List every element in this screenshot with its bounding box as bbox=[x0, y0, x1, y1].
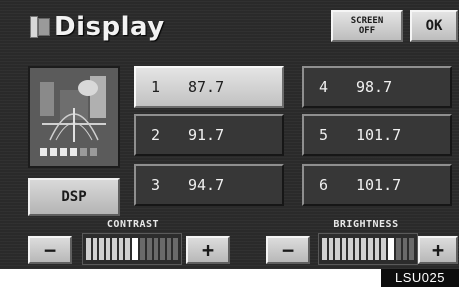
display-screen: Display SCREEN OFF OK DSP 1 87.7 2 91.7 bbox=[0, 0, 459, 269]
dsp-button[interactable]: DSP bbox=[28, 178, 120, 216]
preset-button-5[interactable]: 5 101.7 bbox=[302, 114, 452, 156]
preset-number: 3 bbox=[151, 176, 161, 194]
level-segment bbox=[361, 238, 367, 260]
brightness-decrease-button[interactable]: − bbox=[266, 236, 310, 264]
preset-frequency: 101.7 bbox=[356, 126, 402, 144]
page-title: Display bbox=[54, 12, 165, 42]
level-segment bbox=[125, 238, 131, 260]
figure-code: LSU025 bbox=[381, 269, 459, 287]
preset-frequency: 101.7 bbox=[356, 176, 402, 194]
level-segment bbox=[105, 238, 111, 260]
preset-frequency: 94.7 bbox=[188, 176, 225, 194]
preset-frequency: 98.7 bbox=[356, 78, 393, 96]
level-segment bbox=[328, 238, 334, 260]
level-segment bbox=[374, 238, 380, 260]
level-segment bbox=[173, 238, 178, 260]
contrast-increase-button[interactable]: + bbox=[186, 236, 230, 264]
level-segment bbox=[99, 238, 104, 260]
preset-button-2[interactable]: 2 91.7 bbox=[134, 114, 284, 156]
level-segment bbox=[140, 238, 146, 260]
level-segment bbox=[166, 238, 172, 260]
ok-button[interactable]: OK bbox=[410, 10, 458, 42]
contrast-level-bar[interactable] bbox=[82, 233, 182, 265]
dsp-sound-field-icon bbox=[28, 66, 120, 168]
preset-number: 5 bbox=[319, 126, 329, 144]
preset-number: 2 bbox=[151, 126, 161, 144]
level-indicator bbox=[132, 238, 139, 260]
preset-frequency: 87.7 bbox=[188, 78, 225, 96]
level-segment bbox=[153, 238, 159, 260]
level-segment bbox=[86, 238, 91, 260]
level-segment bbox=[381, 238, 386, 260]
display-icon bbox=[30, 16, 52, 38]
level-segment bbox=[147, 238, 152, 260]
dsp-graphic bbox=[30, 68, 118, 166]
preset-number: 6 bbox=[319, 176, 329, 194]
preset-button-4[interactable]: 4 98.7 bbox=[302, 66, 452, 108]
contrast-label: CONTRAST bbox=[106, 219, 160, 230]
screen-off-button[interactable]: SCREEN OFF bbox=[331, 10, 403, 42]
level-segment bbox=[118, 238, 124, 260]
level-segment bbox=[368, 238, 373, 260]
brightness-increase-button[interactable]: + bbox=[418, 236, 458, 264]
level-segment bbox=[112, 238, 117, 260]
level-segment bbox=[322, 238, 327, 260]
level-segment bbox=[402, 238, 408, 260]
preset-number: 1 bbox=[151, 78, 161, 96]
preset-number: 4 bbox=[319, 78, 329, 96]
brightness-level-bar[interactable] bbox=[318, 233, 418, 265]
level-segment bbox=[335, 238, 340, 260]
level-segment bbox=[348, 238, 353, 260]
preset-button-3[interactable]: 3 94.7 bbox=[134, 164, 284, 206]
level-segment bbox=[409, 238, 414, 260]
preset-button-1[interactable]: 1 87.7 bbox=[134, 66, 284, 108]
level-segment bbox=[396, 238, 401, 260]
preset-button-6[interactable]: 6 101.7 bbox=[302, 164, 452, 206]
preset-frequency: 91.7 bbox=[188, 126, 225, 144]
contrast-decrease-button[interactable]: − bbox=[28, 236, 72, 264]
brightness-label: BRIGHTNESS bbox=[333, 219, 399, 230]
level-segment bbox=[160, 238, 165, 260]
level-segment bbox=[341, 238, 347, 260]
level-segment bbox=[92, 238, 98, 260]
level-indicator bbox=[387, 238, 395, 260]
level-segment bbox=[354, 238, 360, 260]
